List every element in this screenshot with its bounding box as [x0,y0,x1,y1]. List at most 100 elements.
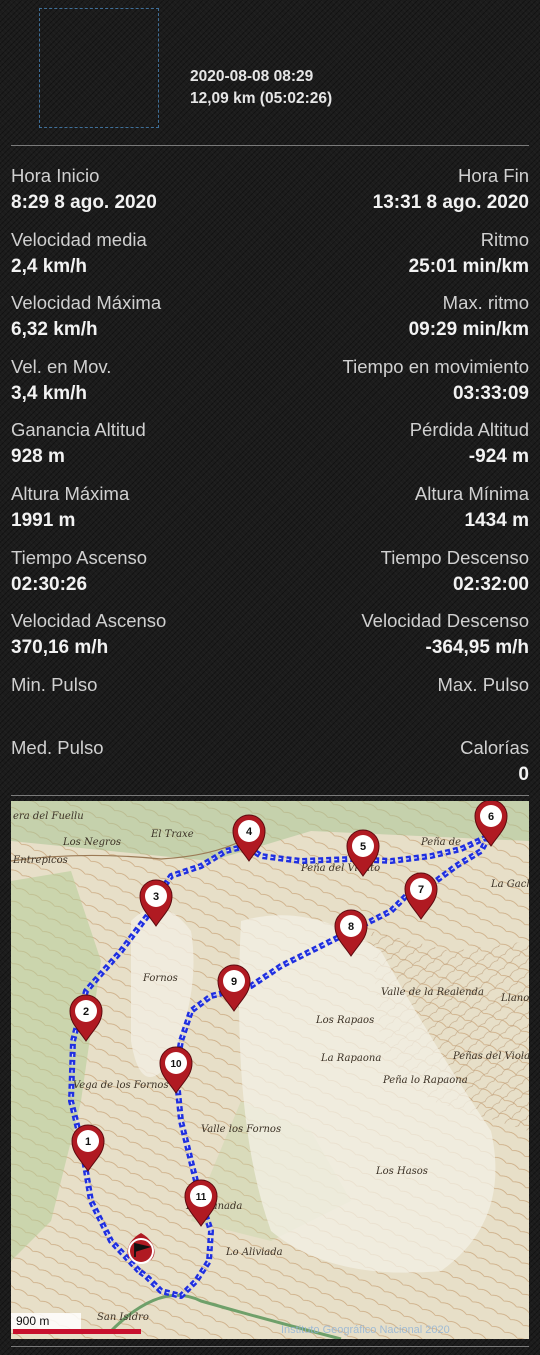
stat-label: Med. Pulso [11,737,104,759]
stat-label: Tiempo Descenso [380,546,529,568]
map-canvas[interactable]: era del Fuellu Los Negros Entrepicos El Tra… [11,801,529,1339]
stat-label: Velocidad Descenso [361,610,529,632]
waypoint-label: 4 [246,826,253,838]
stat-label: Altura Mínima [414,482,529,504]
stat-value: 02:32:00 [452,573,529,595]
map-place-name: Fornos [142,973,178,984]
map-place-name: Valle los Fornos [201,1124,281,1135]
stat-label: Altura Máxima [11,482,130,504]
map-attribution: Instituto Geográfico Nacional 2020 [281,1324,450,1336]
map-divider-top [11,795,529,796]
stat-right: Altura Mínima 1434 m [415,481,529,535]
track-header: 2020-08-08 08:29 12,09 km (05:02:26) [0,0,540,140]
stat-label: Ganancia Altitud [11,419,146,441]
waypoint-label: 6 [488,811,494,823]
stat-right: Max. ritmo 09:29 min/km [409,290,529,344]
stat-label: Max. ritmo [442,292,529,314]
stat-label: Tiempo Ascenso [11,546,148,568]
stat-left: Tiempo Ascenso 02:30:26 [11,545,147,599]
stat-left: Velocidad Ascenso 370,16 m/h [11,608,166,662]
stat-value: 3,4 km/h [11,382,88,404]
track-thumbnail-placeholder[interactable] [39,8,159,128]
stat-right: Ritmo 25:01 min/km [409,227,529,281]
waypoint-label: 10 [170,1059,182,1070]
map-place-name: Los Negros [62,837,121,848]
stat-value: -364,95 m/h [425,637,530,659]
waypoint-label: 8 [348,921,354,933]
stat-label: Calorías [460,737,529,759]
stat-label: Hora Fin [458,165,529,186]
stat-right: Velocidad Descenso -364,95 m/h [361,608,529,662]
stat-row: Vel. en Mov. 3,4 km/h Tiempo en movimiento… [11,354,529,418]
stat-row: Min. Pulso Max. Pulso [11,672,529,736]
stat-value: 8:29 8 ago. 2020 [11,192,157,213]
map-divider-bottom [11,1346,529,1347]
map-place-name: Lo Aliviada [225,1247,283,1258]
map-place-name: Vega de los Fornos [73,1080,169,1091]
map-place-name: San Isidro [97,1312,149,1323]
stat-label: Vel. en Mov. [11,355,112,377]
stat-label: Max. Pulso [437,673,529,695]
stat-right: Tiempo en movimiento 03:33:09 [343,354,529,408]
stat-value: -924 m [468,446,529,468]
stat-left: Min. Pulso [11,672,97,698]
stat-value: 1991 m [11,509,76,531]
map-place-name: La Rapaona [320,1053,381,1064]
stat-value: 2,4 km/h [11,255,88,277]
waypoint-label: 5 [360,841,366,853]
stat-value: 02:30:26 [11,573,88,595]
track-datetime: 2020-08-08 08:29 [190,68,314,85]
stat-value: 03:33:09 [452,382,529,404]
map-place-name: Peñas del Viola [452,1051,529,1062]
stat-row: Hora Inicio 8:29 8 ago. 2020 Hora Fin 13:31… [11,163,529,227]
stat-value: 370,16 m/h [11,637,109,659]
map-place-name: El Traxe [150,829,194,840]
track-distance-duration: 12,09 km (05:02:26) [190,90,333,107]
map-place-name: La Gacha [490,879,529,890]
stat-value: 25:01 min/km [408,255,529,277]
stat-row: Med. Pulso Calorías 0 [11,735,529,799]
waypoint-label: 9 [231,976,237,988]
map-scale-label: 900 m [16,1314,49,1328]
waypoint-label: 2 [83,1006,89,1018]
stat-label: Tiempo en movimiento [342,355,529,377]
stat-left: Ganancia Altitud 928 m [11,417,146,471]
header-divider [11,145,529,146]
map-place-name: Llano [500,993,529,1004]
stat-label: Velocidad media [11,228,147,250]
map-place-name: era del Fuellu [13,811,84,822]
stat-value: 13:31 8 ago. 2020 [372,192,529,213]
stat-left: Altura Máxima 1991 m [11,481,129,535]
waypoint-label: 1 [85,1136,91,1148]
stat-value: 928 m [11,446,65,468]
track-map[interactable]: era del Fuellu Los Negros Entrepicos El Tra… [11,801,529,1339]
stat-left: Med. Pulso [11,735,104,761]
stat-row: Ganancia Altitud 928 m Pérdida Altitud -924… [11,417,529,481]
stat-row: Tiempo Ascenso 02:30:26 Tiempo Descenso 02:… [11,545,529,609]
stat-row: Velocidad Máxima 6,32 km/h Max. ritmo 09:29… [11,290,529,354]
stat-left: Hora Inicio 8:29 8 ago. 2020 [11,163,157,217]
map-place-name: Peña de [420,837,461,848]
stat-value: 1434 m [464,509,529,531]
stat-right: Max. Pulso [437,672,529,698]
stat-row: Velocidad media 2,4 km/h Ritmo 25:01 min/km [11,227,529,291]
stat-label: Hora Inicio [11,165,100,186]
stat-right: Pérdida Altitud -924 m [410,417,529,471]
map-place-name: Entrepicos [12,855,68,866]
map-place-name: Los Rapaos [315,1015,374,1026]
stat-left: Velocidad media 2,4 km/h [11,227,147,281]
stat-right: Hora Fin 13:31 8 ago. 2020 [373,163,529,217]
waypoint-label: 3 [153,891,159,903]
stat-left: Velocidad Máxima 6,32 km/h [11,290,161,344]
stat-row: Altura Máxima 1991 m Altura Mínima 1434 m [11,481,529,545]
stat-value: 6,32 km/h [11,319,98,341]
track-summary: 2020-08-08 08:29 12,09 km (05:02:26) [190,66,332,110]
stat-label: Min. Pulso [11,673,98,695]
stat-value: 09:29 min/km [408,319,529,341]
stat-label: Ritmo [480,228,529,250]
stat-label: Pérdida Altitud [409,419,529,441]
map-place-name: Los Hasos [375,1166,428,1177]
stat-value: 0 [518,764,529,786]
map-scale-bar [13,1329,141,1334]
waypoint-label: 7 [418,884,424,896]
